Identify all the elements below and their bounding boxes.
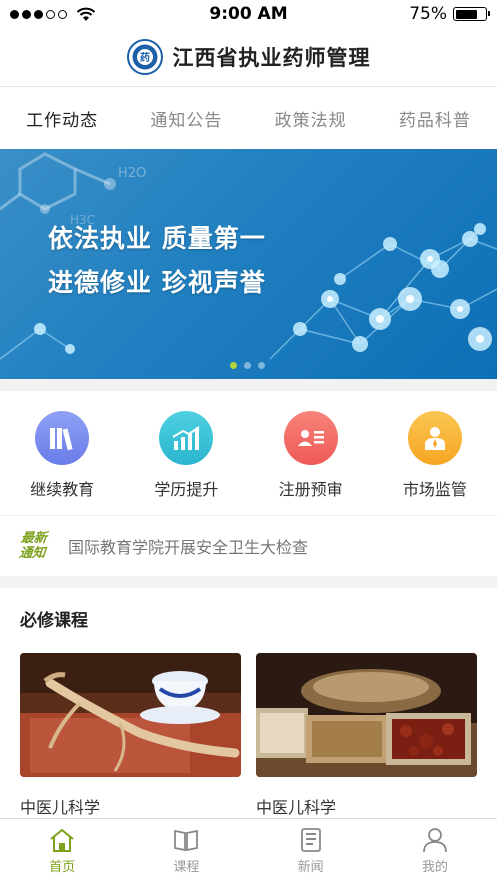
tabbar-mine[interactable]: 我的 bbox=[395, 827, 475, 875]
tabbar-home[interactable]: 首页 bbox=[22, 827, 102, 875]
quick-registration-review[interactable]: 注册预审 bbox=[256, 411, 366, 500]
svg-text:H2O: H2O bbox=[118, 166, 146, 181]
tab-policies[interactable]: 政策法规 bbox=[275, 106, 347, 131]
course-name: 中医儿科学 bbox=[256, 798, 337, 817]
banner-slogan: 依法执业 质量第一 进德修业 珍视声誉 bbox=[48, 217, 266, 305]
carousel-dot[interactable] bbox=[258, 362, 265, 369]
bottom-tab-bar: 首页 课程 新闻 我的 bbox=[0, 818, 497, 883]
battery-percent: 75% bbox=[409, 4, 447, 24]
wifi-icon bbox=[76, 7, 96, 21]
required-courses-section: 必修课程 中医儿科学 中医儿科学 bbox=[0, 588, 497, 824]
tab-announcements[interactable]: 通知公告 bbox=[150, 106, 222, 131]
page-title: 江西省执业药师管理 bbox=[172, 46, 371, 70]
tab-work-news[interactable]: 工作动态 bbox=[26, 106, 98, 131]
signal-indicator bbox=[10, 7, 96, 22]
quick-degree-upgrade[interactable]: 学历提升 bbox=[131, 411, 241, 500]
course-name: 中医儿科学 bbox=[20, 798, 101, 817]
tabbar-courses[interactable]: 课程 bbox=[146, 827, 226, 875]
app-header: 药 江西省执业药师管理 bbox=[0, 28, 497, 87]
id-card-icon bbox=[283, 411, 338, 465]
books-icon bbox=[35, 411, 90, 465]
carousel-indicator[interactable] bbox=[230, 362, 265, 369]
home-icon bbox=[50, 828, 74, 852]
banner-line-2: 进德修业 珍视声誉 bbox=[48, 268, 266, 297]
course-card[interactable]: 中医儿科学 bbox=[20, 653, 241, 818]
news-icon bbox=[300, 828, 321, 852]
tab-drug-science[interactable]: 药品科普 bbox=[399, 106, 471, 131]
status-bar: 9:00 AM 75% bbox=[0, 0, 497, 28]
svg-text:药: 药 bbox=[140, 51, 150, 64]
quick-entry-grid: 继续教育 学历提升 注册预审 市场监管 bbox=[0, 391, 497, 515]
banner-line-1: 依法执业 质量第一 bbox=[48, 224, 266, 253]
herbs-photo bbox=[256, 653, 477, 777]
banner-carousel[interactable]: H2O H3C 依法执业 质量第一 进德修业 珍视声誉 bbox=[0, 149, 497, 379]
chart-icon bbox=[159, 411, 214, 465]
notice-text[interactable]: 国际教育学院开展安全卫生大检查 bbox=[68, 534, 308, 558]
book-icon bbox=[174, 829, 199, 852]
quick-market-supervision[interactable]: 市场监管 bbox=[380, 411, 490, 500]
category-tabs: 工作动态 通知公告 政策法规 药品科普 bbox=[0, 87, 497, 149]
tabbar-news[interactable]: 新闻 bbox=[271, 827, 351, 875]
latest-notice-bar[interactable]: 最新 通知 国际教育学院开展安全卫生大检查 bbox=[0, 515, 497, 576]
latest-notice-badge: 最新 通知 bbox=[18, 531, 48, 561]
association-logo: 药 bbox=[126, 39, 163, 75]
carousel-dot[interactable] bbox=[230, 362, 237, 369]
user-icon bbox=[422, 828, 447, 853]
carousel-dot[interactable] bbox=[244, 362, 251, 369]
course-card[interactable]: 中医儿科学 bbox=[256, 653, 477, 818]
quick-continuing-education[interactable]: 继续教育 bbox=[7, 411, 117, 500]
section-title: 必修课程 bbox=[20, 611, 88, 631]
ginseng-photo bbox=[20, 653, 241, 777]
inspector-icon bbox=[407, 411, 462, 465]
battery-icon bbox=[453, 7, 490, 21]
